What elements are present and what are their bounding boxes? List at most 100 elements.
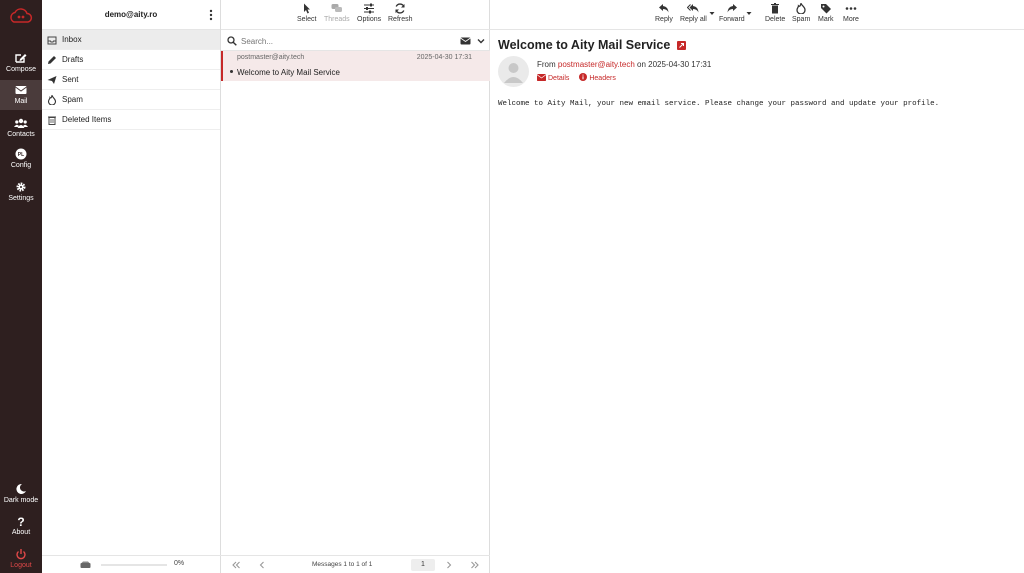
main-nav: Compose Mail Contacts PL Config Settings…	[0, 0, 42, 573]
search-icon	[227, 36, 237, 46]
message-title-text: Welcome to Aity Mail Service	[498, 38, 671, 52]
delete-label: Delete	[765, 16, 786, 23]
reply-label: Reply	[655, 16, 673, 23]
paper-plane-icon	[47, 76, 57, 84]
nav-dark-mode[interactable]: Dark mode	[0, 483, 42, 504]
account-header: demo@aity.ro	[42, 0, 220, 30]
nav-mail[interactable]: Mail	[0, 80, 42, 110]
headers-label: Headers	[589, 75, 616, 82]
kebab-menu-icon[interactable]	[206, 0, 216, 30]
reader-toolbar: Reply Reply all Forward Delete Spam Mark…	[490, 0, 1024, 30]
delete-button[interactable]: Delete	[765, 3, 785, 23]
refresh-label: Refresh	[388, 16, 413, 23]
folder-deleted-items[interactable]: Deleted Items	[42, 110, 220, 130]
message-count: Messages 1 to 1 of 1	[312, 561, 373, 568]
header-links: Details Headers	[536, 73, 624, 82]
folder-label: Spam	[62, 95, 83, 104]
nav-logout-label: Logout	[10, 562, 32, 569]
nav-compose[interactable]: Compose	[0, 52, 42, 73]
from-prefix: From	[537, 60, 556, 69]
forward-dropdown-icon[interactable]	[746, 11, 752, 16]
threads-label: Threads	[324, 16, 350, 23]
reply-all-label: Reply all	[680, 16, 707, 23]
reply-all-button[interactable]: Reply all	[680, 3, 707, 23]
message-row[interactable]: postmaster@aity.tech 2025-04-30 17:31 We…	[221, 51, 490, 81]
folder-pane: demo@aity.ro Inbox Drafts Sent Spam Dele…	[42, 0, 221, 573]
folder-inbox[interactable]: Inbox	[42, 30, 220, 50]
gear-icon	[16, 182, 26, 192]
nav-about[interactable]: ? About	[0, 515, 42, 536]
search-bar	[221, 31, 490, 51]
nav-dark-mode-label: Dark mode	[3, 497, 39, 504]
message-subject: Welcome to Aity Mail Service	[237, 68, 340, 77]
list-toolbar: Select Threads Options Refresh	[221, 0, 490, 30]
question-icon: ?	[17, 515, 24, 527]
svg-text:PL: PL	[18, 152, 24, 158]
first-page-icon[interactable]	[231, 560, 241, 570]
message-body: Welcome to Aity Mail, your new email ser…	[498, 100, 940, 108]
nav-contacts[interactable]: Contacts	[0, 117, 42, 138]
mark-button[interactable]: Mark	[818, 3, 834, 23]
chevron-down-icon[interactable]	[477, 37, 485, 45]
message-from: postmaster@aity.tech	[237, 54, 305, 61]
mark-label: Mark	[818, 16, 834, 23]
sender-avatar	[498, 56, 529, 87]
options-button[interactable]: Options	[357, 3, 381, 23]
reply-button[interactable]: Reply	[655, 3, 673, 23]
folder-spam[interactable]: Spam	[42, 90, 220, 110]
envelope-icon	[15, 86, 27, 94]
hard-drive-icon	[80, 561, 91, 568]
nav-settings[interactable]: Settings	[0, 181, 42, 202]
unread-dot-icon	[230, 70, 233, 73]
trash-icon	[48, 116, 56, 125]
trash-icon	[771, 3, 780, 14]
next-page-icon[interactable]	[444, 560, 454, 570]
folder-sent[interactable]: Sent	[42, 70, 220, 90]
envelope-filter-icon[interactable]	[460, 37, 471, 45]
reply-all-dropdown-icon[interactable]	[709, 11, 715, 16]
envelope-icon	[536, 74, 547, 81]
nav-settings-label: Settings	[8, 195, 34, 202]
sender-address[interactable]: postmaster@aity.tech	[558, 60, 635, 69]
comments-icon	[331, 4, 342, 12]
nav-config-label: Config	[10, 162, 32, 169]
previous-page-icon[interactable]	[257, 560, 267, 570]
folder-label: Drafts	[62, 55, 84, 64]
account-email: demo@aity.ro	[104, 10, 158, 19]
threads-button[interactable]: Threads	[324, 3, 350, 23]
nav-contacts-label: Contacts	[7, 131, 35, 138]
more-button[interactable]: More	[843, 3, 859, 23]
spam-label: Spam	[792, 16, 811, 23]
details-link[interactable]: Details	[536, 74, 570, 82]
forward-button[interactable]: Forward	[719, 3, 745, 23]
details-label: Details	[548, 75, 570, 82]
select-button[interactable]: Select	[297, 3, 316, 23]
search-input[interactable]	[241, 34, 451, 48]
last-page-icon[interactable]	[470, 560, 480, 570]
sent-date: on 2025-04-30 17:31	[637, 60, 712, 69]
headers-link[interactable]: Headers	[579, 73, 616, 82]
users-icon	[14, 118, 28, 128]
reply-all-icon	[687, 4, 699, 13]
nav-config[interactable]: PL Config	[0, 148, 42, 169]
moon-icon	[16, 483, 26, 494]
page-number[interactable]: 1	[411, 559, 435, 571]
options-label: Options	[357, 16, 382, 23]
config-icon: PL	[15, 148, 27, 160]
svg-text:?: ?	[17, 515, 24, 527]
folder-drafts[interactable]: Drafts	[42, 50, 220, 70]
open-external-icon[interactable]	[676, 41, 686, 50]
forward-label: Forward	[719, 16, 745, 23]
select-label: Select	[297, 16, 317, 23]
nav-logout[interactable]: Logout	[0, 548, 42, 569]
power-icon	[16, 549, 26, 560]
refresh-button[interactable]: Refresh	[388, 3, 413, 23]
spam-button[interactable]: Spam	[792, 3, 810, 23]
nav-compose-label: Compose	[6, 66, 36, 73]
nav-mail-label: Mail	[14, 98, 28, 105]
message-list-pane: Select Threads Options Refresh postmaste…	[221, 0, 490, 573]
more-dots-icon	[845, 7, 857, 10]
folder-label: Sent	[62, 75, 79, 84]
user-silhouette-icon	[504, 63, 523, 83]
quota-bar	[101, 564, 167, 566]
